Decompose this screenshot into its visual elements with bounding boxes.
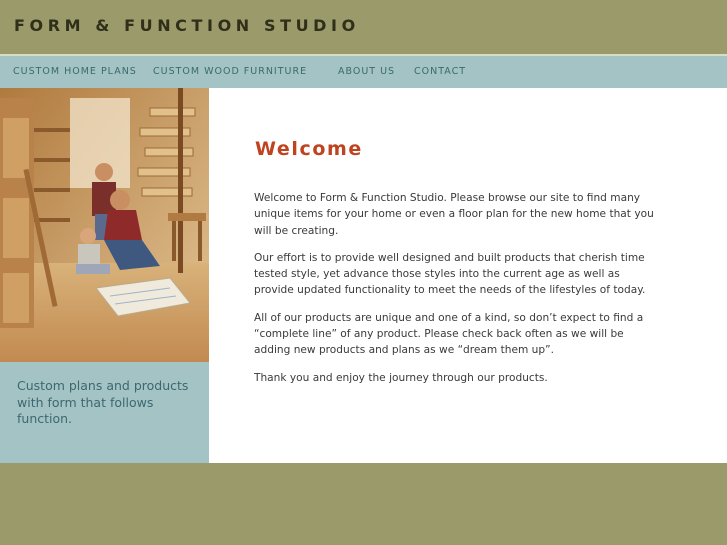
intro-paragraph-3: All of our products are unique and one o…	[254, 311, 644, 357]
nav-link-custom-wood-furniture[interactable]: CUSTOM WOOD FURNITURE	[153, 66, 307, 77]
intro-paragraph-4: Thank you and enjoy the journey through …	[254, 371, 548, 384]
footer-band	[0, 463, 727, 545]
intro-paragraph-1: Welcome to Form & Function Studio. Pleas…	[254, 192, 654, 237]
intro-text: Welcome to Form & Function Studio. Pleas…	[254, 190, 662, 397]
main-content: Welcome Welcome to Form & Function Studi…	[209, 88, 727, 463]
sidebar-caption: Custom plans and products with form that…	[17, 378, 189, 426]
nav-link-about-us[interactable]: ABOUT US	[338, 66, 395, 77]
nav-link-contact[interactable]: CONTACT	[414, 66, 466, 77]
intro-paragraph-2: Our effort is to provide well designed a…	[254, 251, 646, 297]
site-header: FORM & FUNCTION STUDIO	[0, 0, 727, 54]
sidebar-caption-box: Custom plans and products with form that…	[0, 362, 209, 463]
family-workshop-photo	[0, 88, 209, 362]
nav-link-custom-home-plans[interactable]: CUSTOM HOME PLANS	[13, 66, 137, 77]
site-title[interactable]: FORM & FUNCTION STUDIO	[14, 16, 360, 35]
main-nav: CUSTOM HOME PLANS CUSTOM WOOD FURNITURE …	[0, 56, 727, 88]
page-title: Welcome	[255, 138, 363, 160]
photo-image	[0, 88, 209, 362]
